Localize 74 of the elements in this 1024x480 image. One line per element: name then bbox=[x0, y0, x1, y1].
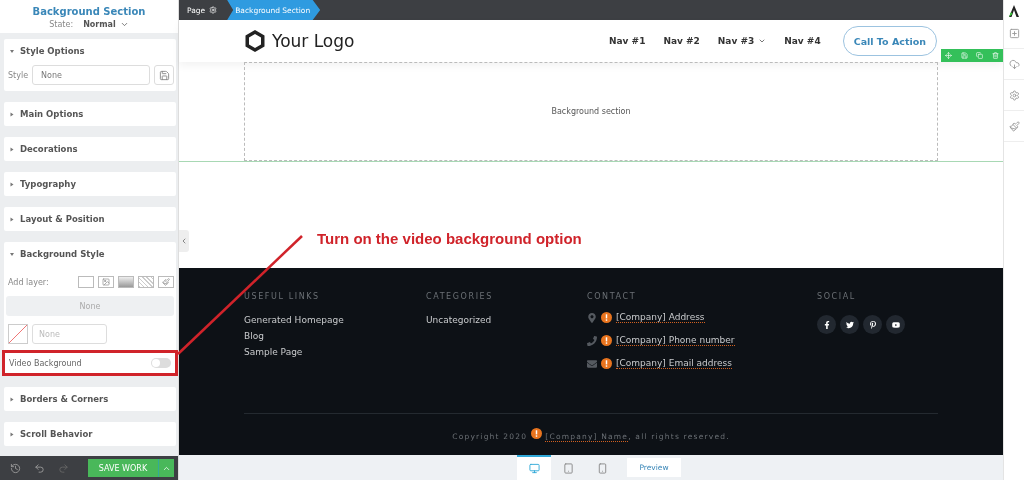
tablet-icon bbox=[562, 463, 574, 474]
contact-link[interactable]: [Company] Email address bbox=[616, 358, 732, 369]
youtube-icon[interactable] bbox=[886, 315, 905, 334]
footer-link[interactable]: Generated Homepage bbox=[244, 315, 426, 325]
chevron-left-icon bbox=[180, 237, 188, 245]
state-dropdown[interactable]: Normal bbox=[83, 20, 129, 29]
section-header[interactable]: Background Style bbox=[4, 242, 176, 266]
state-label: State: bbox=[49, 20, 74, 29]
call-to-action-button[interactable]: Call To Action bbox=[842, 26, 937, 56]
footer-link[interactable]: Blog bbox=[244, 331, 426, 341]
nav-link[interactable]: Nav #3 bbox=[717, 36, 767, 46]
contact-link[interactable]: [Company] Address bbox=[616, 312, 705, 323]
facebook-icon[interactable] bbox=[817, 315, 836, 334]
warning-icon bbox=[601, 335, 612, 346]
map-pin-icon bbox=[587, 312, 597, 323]
contact-link[interactable]: [Company] Phone number bbox=[616, 335, 735, 346]
panel-title: Background Section bbox=[32, 6, 146, 17]
nav-link[interactable]: Nav #1 bbox=[609, 36, 646, 46]
gradient-layer-button[interactable] bbox=[118, 276, 134, 288]
pinterest-icon[interactable] bbox=[863, 315, 882, 334]
section-header[interactable]: Typography bbox=[4, 172, 176, 196]
move-icon[interactable] bbox=[945, 52, 953, 59]
save-options-button[interactable] bbox=[158, 459, 174, 477]
footer-heading: USEFUL LINKS bbox=[244, 292, 321, 301]
section-header[interactable]: Borders & Corners bbox=[4, 387, 176, 411]
color-layer-button[interactable] bbox=[78, 276, 94, 288]
twitter-icon[interactable] bbox=[840, 315, 859, 334]
envelope-icon bbox=[587, 358, 597, 369]
add-layer-label: Add layer: bbox=[8, 277, 49, 287]
redo-icon[interactable] bbox=[58, 462, 69, 474]
nav-link[interactable]: Nav #4 bbox=[784, 36, 821, 46]
video-background-toggle[interactable] bbox=[151, 358, 171, 368]
selected-section[interactable]: Background section bbox=[244, 62, 938, 161]
save-icon[interactable] bbox=[960, 52, 968, 59]
section-header[interactable]: Main Options bbox=[4, 102, 176, 126]
section-header[interactable]: Scroll Behavior bbox=[4, 422, 176, 446]
footer-heading: CATEGORIES bbox=[426, 292, 494, 301]
picker-layer-button[interactable] bbox=[158, 276, 174, 288]
warning-icon bbox=[601, 312, 612, 323]
annotation-text: Turn on the video background option bbox=[317, 230, 582, 247]
chevron-down-icon bbox=[758, 37, 767, 45]
empty-color-swatch[interactable] bbox=[8, 324, 28, 344]
desktop-icon bbox=[528, 463, 540, 474]
image-layer-button[interactable] bbox=[98, 276, 114, 288]
section-header[interactable]: Decorations bbox=[4, 137, 176, 161]
undo-icon[interactable] bbox=[34, 462, 45, 474]
hexagon-logo-icon bbox=[244, 29, 266, 53]
section-placeholder: Background section bbox=[551, 107, 631, 116]
history-icon[interactable] bbox=[10, 462, 21, 474]
footer-link[interactable]: Sample Page bbox=[244, 347, 426, 357]
pattern-layer-button[interactable] bbox=[138, 276, 154, 288]
footer-heading: SOCIAL bbox=[817, 292, 857, 301]
logo-text: Your Logo bbox=[272, 31, 355, 51]
settings-icon bbox=[209, 6, 218, 14]
mobile-icon bbox=[596, 463, 608, 474]
collapse-panel-handle[interactable] bbox=[179, 230, 189, 252]
footer-heading: CONTACT bbox=[587, 292, 638, 301]
style-save-button[interactable] bbox=[154, 65, 174, 85]
copy-icon[interactable] bbox=[976, 52, 984, 59]
video-background-label: Video Background bbox=[9, 358, 82, 368]
section-header[interactable]: Layout & Position bbox=[4, 207, 176, 231]
save-icon bbox=[158, 69, 170, 81]
style-label: Style bbox=[8, 70, 29, 80]
desktop-view-button[interactable] bbox=[517, 455, 551, 480]
app-logo-icon bbox=[1008, 4, 1020, 18]
warning-icon bbox=[530, 428, 542, 439]
phone-icon bbox=[587, 335, 597, 346]
nav-link[interactable]: Nav #2 bbox=[663, 36, 700, 46]
warning-icon bbox=[601, 358, 612, 369]
section-header[interactable]: Style Options bbox=[4, 39, 176, 63]
delete-icon[interactable] bbox=[991, 52, 999, 59]
footer-link[interactable]: Uncategorized bbox=[426, 315, 587, 325]
chevron-down-icon bbox=[119, 20, 129, 29]
style-field[interactable]: None bbox=[32, 65, 150, 85]
